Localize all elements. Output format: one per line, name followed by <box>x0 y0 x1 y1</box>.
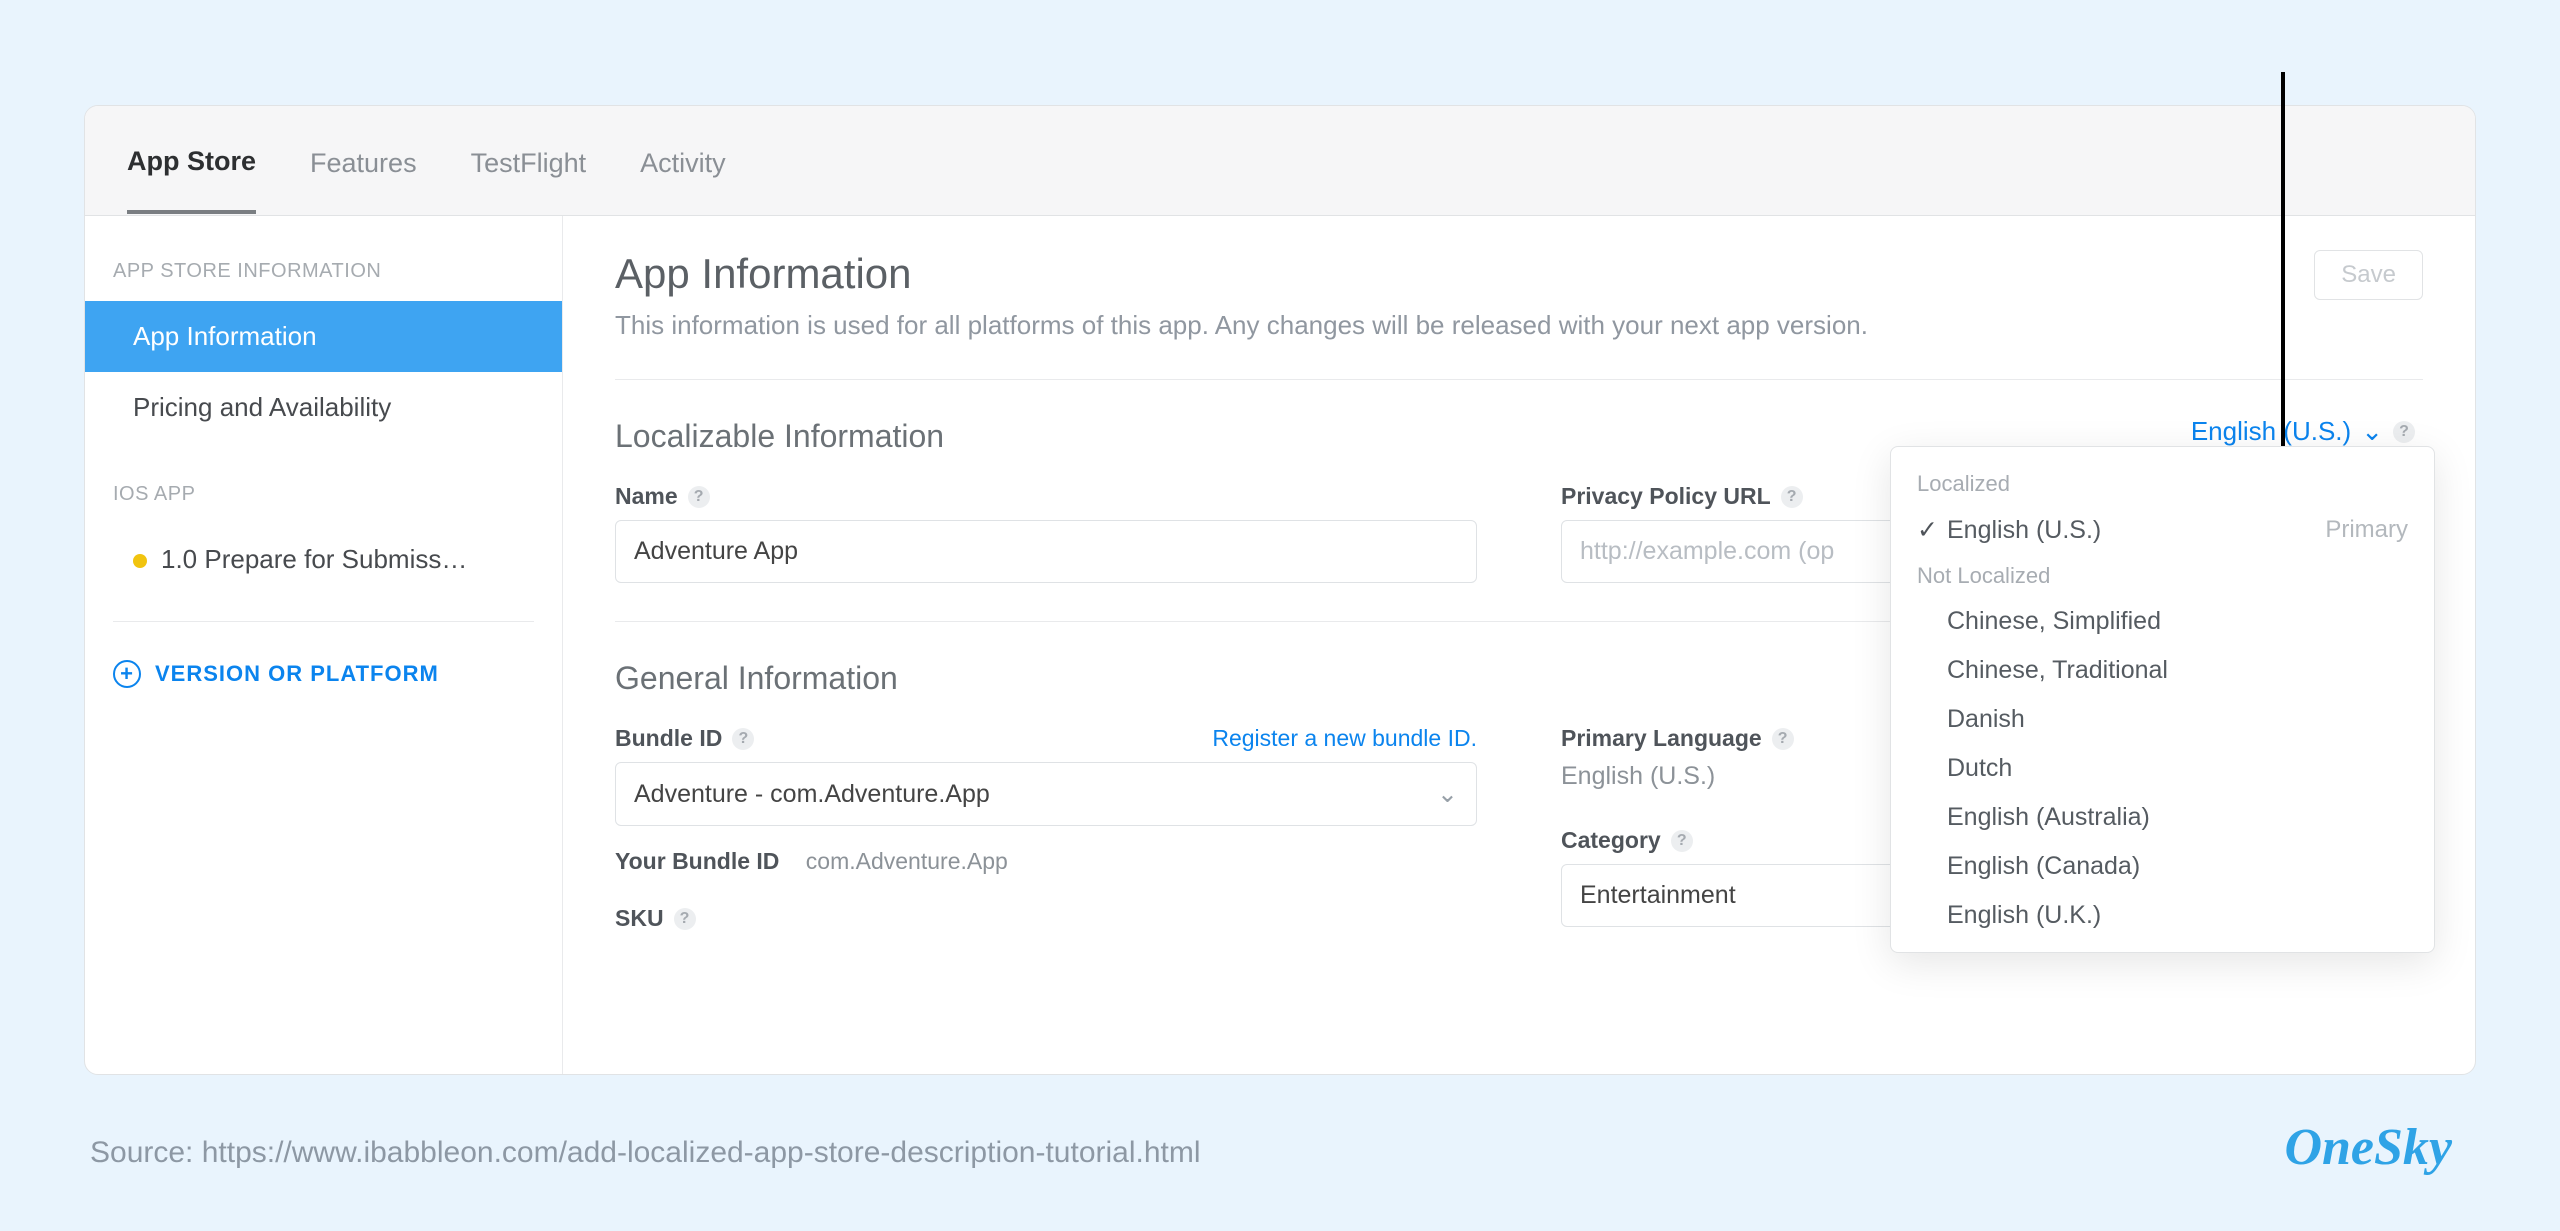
help-icon[interactable]: ? <box>1671 830 1693 852</box>
help-icon[interactable]: ? <box>688 486 710 508</box>
section-localizable-title: Localizable Information <box>615 418 944 455</box>
name-input[interactable] <box>615 520 1477 583</box>
chevron-down-icon: ⌄ <box>2361 416 2383 447</box>
sidebar: APP STORE INFORMATION App Information Pr… <box>85 216 563 1074</box>
sidebar-item-pricing[interactable]: Pricing and Availability <box>85 372 562 443</box>
sidebar-item-label: 1.0 Prepare for Submiss… <box>161 544 467 574</box>
tab-features[interactable]: Features <box>310 110 417 212</box>
help-icon[interactable]: ? <box>732 728 754 750</box>
page-subtitle: This information is used for all platfor… <box>615 310 1868 341</box>
lang-option-english-au[interactable]: English (Australia) <box>1891 793 2434 842</box>
help-icon[interactable]: ? <box>1781 486 1803 508</box>
register-bundle-id-link[interactable]: Register a new bundle ID. <box>1212 725 1477 752</box>
primary-badge: Primary <box>2325 516 2408 544</box>
add-version-or-platform-button[interactable]: + VERSION OR PLATFORM <box>85 648 562 700</box>
dropdown-heading-localized: Localized <box>1891 463 2434 505</box>
check-icon: ✓ <box>1917 515 1947 545</box>
tab-testflight[interactable]: TestFlight <box>471 110 587 212</box>
plus-circle-icon: + <box>113 660 141 688</box>
main-panel: App Information This information is used… <box>563 216 2475 1074</box>
page-title: App Information <box>615 250 1868 298</box>
source-caption: Source: https://www.ibabbleon.com/add-lo… <box>90 1136 1201 1170</box>
tab-activity[interactable]: Activity <box>640 110 726 212</box>
lang-option-chinese-traditional[interactable]: Chinese, Traditional <box>1891 646 2434 695</box>
help-icon[interactable]: ? <box>674 908 696 930</box>
status-dot-icon <box>133 554 147 568</box>
onesky-logo: OneSky <box>2284 1118 2452 1177</box>
language-selector-label: English (U.S.) <box>2191 416 2351 447</box>
category-value: Entertainment <box>1580 881 1736 910</box>
side-action-label: VERSION OR PLATFORM <box>155 661 439 687</box>
sidebar-section-iosapp: iOS APP <box>85 469 562 524</box>
language-dropdown: Localized ✓ English (U.S.) Primary Not L… <box>1890 446 2435 953</box>
help-icon[interactable]: ? <box>1772 728 1794 750</box>
sku-label: SKU ? <box>615 905 1477 932</box>
dropdown-heading-notlocalized: Not Localized <box>1891 555 2434 597</box>
primary-language-label: Primary Language ? <box>1561 725 1794 752</box>
help-icon[interactable]: ? <box>2393 421 2415 443</box>
tab-app-store[interactable]: App Store <box>127 108 256 214</box>
sidebar-section-appstoreinfo: APP STORE INFORMATION <box>85 246 562 301</box>
chevron-down-icon: ⌄ <box>1437 779 1458 809</box>
app-store-connect-window: App Store Features TestFlight Activity A… <box>84 105 2476 1075</box>
lang-option-english-ca[interactable]: English (Canada) <box>1891 842 2434 891</box>
lang-option-english-uk[interactable]: English (U.K.) <box>1891 891 2434 940</box>
language-selector-trigger[interactable]: English (U.S.) ⌄ ? <box>2191 416 2415 447</box>
divider <box>113 621 534 622</box>
your-bundle-id-row: Your Bundle ID com.Adventure.App <box>615 848 1477 875</box>
lang-option-label: English (U.S.) <box>1947 516 2101 545</box>
divider <box>615 379 2423 380</box>
lang-option-danish[interactable]: Danish <box>1891 695 2434 744</box>
bundle-id-select[interactable]: Adventure - com.Adventure.App ⌄ <box>615 762 1477 826</box>
lang-option-dutch[interactable]: Dutch <box>1891 744 2434 793</box>
save-button[interactable]: Save <box>2314 250 2423 300</box>
category-label: Category ? <box>1561 827 1693 854</box>
bundle-id-label: Bundle ID ? <box>615 725 754 752</box>
your-bundle-id-value: com.Adventure.App <box>806 848 1008 875</box>
name-field-label: Name ? <box>615 483 710 510</box>
lang-option-chinese-simplified[interactable]: Chinese, Simplified <box>1891 597 2434 646</box>
lang-option-english-us[interactable]: ✓ English (U.S.) Primary <box>1891 505 2434 555</box>
top-tabbar: App Store Features TestFlight Activity <box>85 106 2475 216</box>
sidebar-item-app-information[interactable]: App Information <box>85 301 562 372</box>
privacy-url-label: Privacy Policy URL ? <box>1561 483 1803 510</box>
sidebar-item-version-1-0[interactable]: 1.0 Prepare for Submiss… <box>85 524 562 595</box>
bundle-id-value: Adventure - com.Adventure.App <box>634 780 990 809</box>
annotation-pointer-line <box>2281 72 2285 488</box>
